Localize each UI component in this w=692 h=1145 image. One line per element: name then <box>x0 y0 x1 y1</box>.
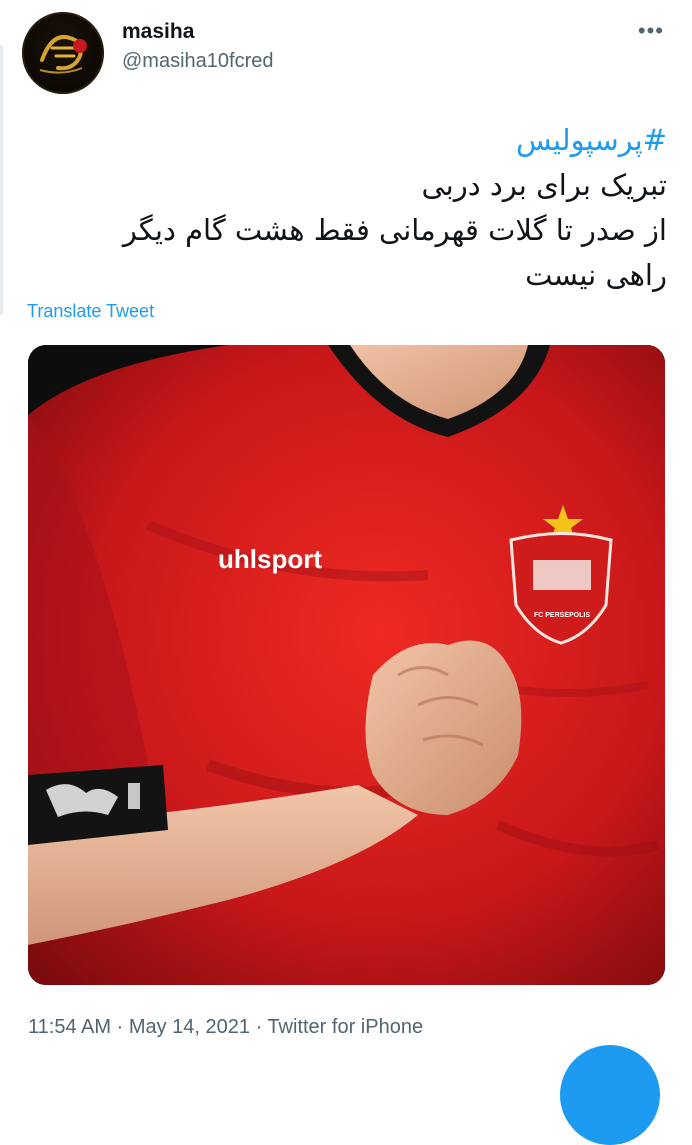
tweet-image[interactable]: uhlsport FC PERSEPOLIS <box>28 345 665 985</box>
crest-text: FC PERSEPOLIS <box>534 612 590 619</box>
tweet-time[interactable]: 11:54 AM <box>28 1016 111 1038</box>
tweet-line-1: تبریک برای برد دربی <box>421 168 667 202</box>
tweet-line-2: از صدر تا گلات قهرمانی فقط هشت گام دیگر <box>122 213 667 247</box>
translate-tweet-link[interactable]: Translate Tweet <box>27 301 154 322</box>
meta-separator-2: · <box>250 1016 268 1038</box>
avatar[interactable] <box>22 12 104 94</box>
jersey-illustration: uhlsport FC PERSEPOLIS <box>28 345 665 985</box>
display-name[interactable]: masiha <box>122 20 194 44</box>
brand-logo: uhlsport <box>218 544 322 574</box>
tweet-line-3: راهی نیست <box>525 258 667 292</box>
meta-separator: · <box>111 1016 129 1038</box>
tweet-date[interactable]: May 14, 2021 <box>129 1016 250 1038</box>
tweet-meta: 11:54 AM · May 14, 2021 · Twitter for iP… <box>28 1016 423 1039</box>
tweet-source[interactable]: Twitter for iPhone <box>267 1016 423 1038</box>
hashtag-link[interactable]: #پرسپولیس <box>40 118 667 163</box>
user-handle[interactable]: @masiha10fcred <box>122 50 273 73</box>
avatar-logo-icon <box>22 12 104 94</box>
more-icon[interactable]: ••• <box>638 18 664 44</box>
compose-fab[interactable] <box>560 1045 660 1145</box>
timeline-edge <box>0 45 3 315</box>
tweet-text: #پرسپولیس تبریک برای برد دربی از صدر تا … <box>40 118 667 298</box>
